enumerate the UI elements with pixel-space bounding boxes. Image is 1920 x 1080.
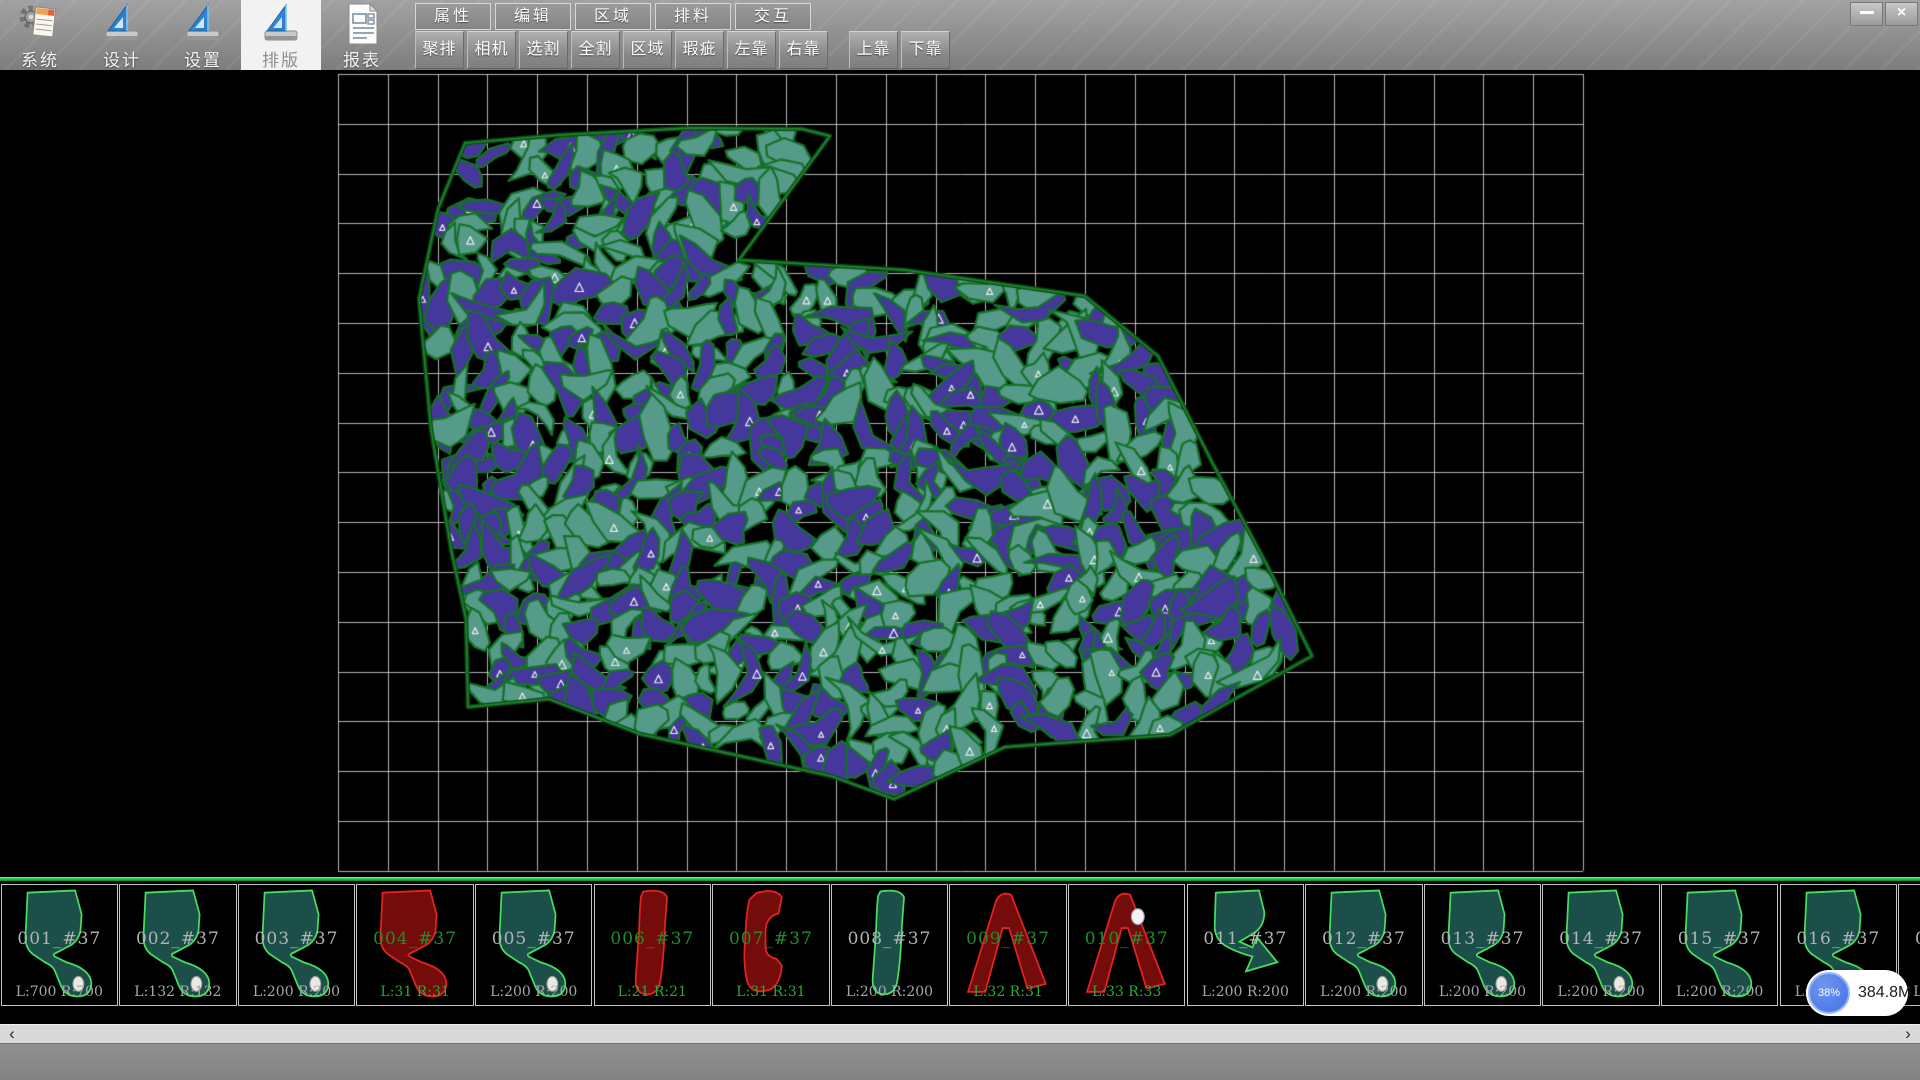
minimize-button[interactable]: [1850, 2, 1883, 26]
piece-label: 008_#37: [832, 929, 948, 949]
piece-label: 013_#37: [1425, 929, 1541, 949]
menu-tab-4[interactable]: 排料: [655, 3, 731, 30]
toolbar-item-design-ruler[interactable]: 设计: [82, 0, 162, 70]
menu-tab-bar: 属性编辑区域排料交互: [415, 3, 815, 29]
nesting-canvas[interactable]: [0, 70, 1920, 877]
piece-thumbnail-strip: 001_#37L:700 R:700002_#37L:132 R:132003_…: [0, 877, 1920, 1024]
progress-percent-badge: 38%: [1808, 972, 1850, 1014]
piece-label: 002_#37: [120, 929, 236, 949]
progress-indicator: 38% 384.8M: [1806, 970, 1908, 1016]
piece-thumbnail-010_#37[interactable]: 010_#37 L:33 R:33: [1068, 884, 1186, 1006]
piece-label: 012_#37: [1306, 929, 1422, 949]
layout-ruler-icon: [258, 2, 304, 46]
piece-thumbnail-007_#37[interactable]: 007_#37 L:31 R:31: [712, 884, 830, 1006]
toolbar-item-label: 排版: [241, 46, 321, 71]
menu-tab-5[interactable]: 交互: [735, 3, 811, 30]
toolbar-item-label: 设置: [163, 46, 243, 71]
piece-counts: L:32 R:31: [950, 984, 1066, 1000]
nesting-app-window: 系统设计设置排版报表 属性编辑区域排料交互 聚排相机选割全割区域瑕疵左靠右靠上靠…: [0, 0, 1920, 1080]
menu-tab-2[interactable]: 编辑: [495, 3, 571, 30]
piece-thumbnail-014_#37[interactable]: 014_#37 L:200 R:200: [1542, 884, 1660, 1006]
piece-label: 005_#37: [476, 929, 592, 949]
action-button-10[interactable]: 下靠: [901, 31, 950, 69]
piece-thumbnail-013_#37[interactable]: 013_#37 L:200 R:200: [1424, 884, 1542, 1006]
action-button-row: 聚排相机选割全割区域瑕疵左靠右靠上靠下靠: [415, 31, 953, 68]
piece-counts: L:200 R:200: [1543, 984, 1659, 1000]
piece-label: 009_#37: [950, 929, 1066, 949]
piece-label: 003_#37: [239, 929, 355, 949]
action-button-9[interactable]: 上靠: [849, 31, 898, 69]
nesting-canvas-area[interactable]: [0, 70, 1920, 877]
bottom-status-band: [0, 1043, 1920, 1080]
toolbar-item-label: 报表: [322, 46, 402, 71]
piece-counts: L:200 R:200: [1188, 984, 1304, 1000]
piece-label: 015_#37: [1662, 929, 1778, 949]
piece-label: 010_#37: [1069, 929, 1185, 949]
piece-label: 004_#37: [357, 929, 473, 949]
toolbar-item-report-doc[interactable]: 报表: [322, 0, 402, 70]
piece-label: 014_#37: [1543, 929, 1659, 949]
piece-counts: L:200 R:200: [832, 984, 948, 1000]
piece-thumbnail-008_#37[interactable]: 008_#37 L:200 R:200: [831, 884, 949, 1006]
piece-thumbnail-001_#37[interactable]: 001_#37 L:700 R:700: [1, 884, 119, 1006]
action-button-3[interactable]: 选割: [519, 31, 568, 69]
action-button-7[interactable]: 左靠: [727, 31, 776, 69]
piece-label: 016_#37: [1781, 929, 1897, 949]
strip-divider-line: [0, 877, 1920, 881]
piece-label: 001_#37: [2, 929, 118, 949]
piece-counts: L:31 R:31: [357, 984, 473, 1000]
piece-thumbnail-015_#37[interactable]: 015_#37 L:200 R:200: [1661, 884, 1779, 1006]
scroll-right-icon[interactable]: ›: [1898, 1025, 1918, 1043]
menu-tab-1[interactable]: 属性: [415, 3, 491, 30]
piece-label: 006_#37: [595, 929, 711, 949]
action-button-1[interactable]: 聚排: [415, 31, 464, 69]
close-button[interactable]: ×: [1885, 2, 1918, 26]
piece-counts: L:700 R:700: [2, 984, 118, 1000]
piece-thumbnail-006_#37[interactable]: 006_#37 L:21 R:21: [594, 884, 712, 1006]
piece-thumbnail-004_#37[interactable]: 004_#37 L:31 R:31: [356, 884, 474, 1006]
action-button-5[interactable]: 区域: [623, 31, 672, 69]
toolbar-item-system-gear[interactable]: 系统: [0, 0, 80, 70]
piece-label: 011_#37: [1188, 929, 1304, 949]
piece-thumbnail-002_#37[interactable]: 002_#37 L:132 R:132: [119, 884, 237, 1006]
piece-counts: L:200 R:200: [476, 984, 592, 1000]
action-button-4[interactable]: 全割: [571, 31, 620, 69]
piece-label: 017_#37: [1899, 929, 1920, 949]
toolbar-item-settings-ruler[interactable]: 设置: [163, 0, 243, 70]
toolbar-item-label: 设计: [82, 46, 162, 71]
menu-tab-3[interactable]: 区域: [575, 3, 651, 30]
piece-counts: L:200 R:200: [1662, 984, 1778, 1000]
memory-usage: 384.8M: [1858, 970, 1911, 1016]
design-ruler-icon: [99, 2, 145, 46]
system-gear-icon: [17, 2, 63, 46]
action-button-2[interactable]: 相机: [467, 31, 516, 69]
window-controls: ×: [1848, 2, 1918, 26]
toolbar-item-layout-ruler[interactable]: 排版: [241, 0, 321, 70]
scroll-left-icon[interactable]: ‹: [2, 1025, 22, 1043]
piece-counts: L:200 R:200: [1306, 984, 1422, 1000]
close-icon: ×: [1897, 4, 1906, 21]
progress-percent: 38%: [1818, 987, 1840, 999]
piece-thumbnail-011_#37[interactable]: 011_#37 L:200 R:200: [1187, 884, 1305, 1006]
piece-counts: L:31 R:31: [713, 984, 829, 1000]
piece-counts: L:21 R:21: [595, 984, 711, 1000]
piece-thumbnail-009_#37[interactable]: 009_#37 L:32 R:31: [949, 884, 1067, 1006]
piece-counts: L:200 R:200: [239, 984, 355, 1000]
report-doc-icon: [339, 2, 385, 46]
piece-thumbnail-003_#37[interactable]: 003_#37 L:200 R:200: [238, 884, 356, 1006]
piece-thumbnail-012_#37[interactable]: 012_#37 L:200 R:200: [1305, 884, 1423, 1006]
piece-thumbnail-005_#37[interactable]: 005_#37 L:200 R:200: [475, 884, 593, 1006]
minimize-icon: [1860, 11, 1874, 14]
piece-counts: L:33 R:33: [1069, 984, 1185, 1000]
horizontal-scrollbar[interactable]: ‹ ›: [0, 1024, 1920, 1043]
toolbar-item-label: 系统: [0, 46, 80, 71]
piece-counts: L:200 R:200: [1425, 984, 1541, 1000]
action-button-6[interactable]: 瑕疵: [675, 31, 724, 69]
action-button-8[interactable]: 右靠: [779, 31, 828, 69]
piece-counts: L:132 R:132: [120, 984, 236, 1000]
main-toolbar: 系统设计设置排版报表 属性编辑区域排料交互 聚排相机选割全割区域瑕疵左靠右靠上靠…: [0, 0, 1920, 70]
piece-label: 007_#37: [713, 929, 829, 949]
settings-ruler-icon: [180, 2, 226, 46]
